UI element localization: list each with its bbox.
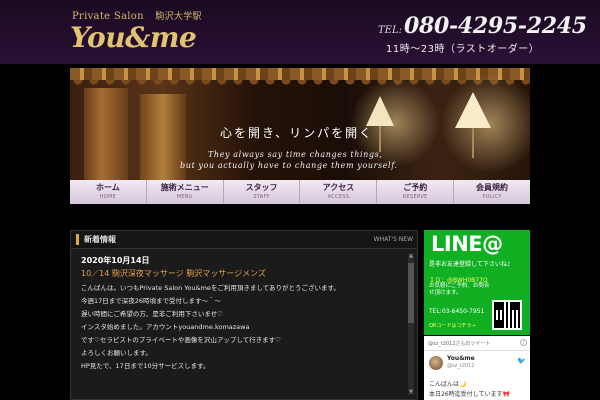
qr-code-icon	[492, 300, 522, 330]
nav-sublabel: ACCESS	[327, 194, 350, 200]
nav-sublabel: STAFF	[253, 194, 270, 200]
news-body: 2020年10月14日 10／14 駒沢深夜マッサージ 駒沢マッサージメンズ こ…	[81, 255, 399, 370]
scroll-down-icon[interactable]: ▼	[408, 389, 414, 395]
business-hours: 11時～23時（ラストオーダー）	[386, 44, 540, 55]
nav-sublabel: MENU	[176, 194, 193, 200]
news-more-link[interactable]: WHAT'S NEW	[374, 236, 413, 243]
nav-policy[interactable]: 会員規約 POLICY	[454, 180, 530, 204]
brand-logo[interactable]: You&me	[70, 21, 197, 54]
info-icon[interactable]: i	[520, 339, 527, 346]
news-scrollbar[interactable]: ▲ ▼	[408, 253, 414, 395]
tweet-author-handle[interactable]: @sz_t2012	[447, 363, 474, 369]
tweet-author-name[interactable]: You&me	[447, 355, 475, 362]
scrollbar-thumb[interactable]	[408, 263, 414, 323]
nav-label: アクセス	[322, 183, 355, 192]
news-header: 新着情報 WHAT'S NEW	[71, 231, 417, 249]
twitter-bird-icon[interactable]: 🐦	[517, 357, 526, 365]
twitter-handle-link[interactable]: @sz_t2012さんのツイート	[428, 340, 490, 347]
news-panel: 新着情報 WHAT'S NEW 2020年10月14日 10／14 駒沢深夜マッ…	[70, 230, 418, 400]
avatar[interactable]	[429, 356, 443, 370]
phone-number[interactable]: TEL:080-4295-2245	[378, 13, 587, 39]
news-line-emoticon: ～＾～	[201, 297, 222, 305]
nav-menu[interactable]: 施術メニュー MENU	[147, 180, 224, 204]
hero-quote-line1: They always say time changes things,	[208, 150, 383, 159]
nav-label: ご予約	[403, 183, 428, 192]
main-nav: ホーム HOME 施術メニュー MENU スタッフ STAFF アクセス ACC…	[70, 180, 530, 204]
news-title: 新着情報	[84, 235, 116, 244]
lamp-right	[455, 92, 491, 158]
line-qr-note: QRコードはコチラ→	[429, 323, 476, 329]
nav-staff[interactable]: スタッフ STAFF	[224, 180, 301, 204]
nav-sublabel: HOME	[99, 194, 117, 200]
nav-sublabel: POLICY	[482, 194, 502, 200]
tel-number[interactable]: 080-4295-2245	[404, 13, 587, 39]
news-line-text: 今週17日まで深夜26時頃まで受付します	[81, 297, 202, 305]
twitter-widget: @sz_t2012さんのツイート i You&me @sz_t2012 🐦 こん…	[424, 336, 530, 400]
pillar-decor	[84, 88, 128, 180]
tweet-text: こんばんは🌙	[429, 381, 467, 388]
hero-banner: 心を開き、リンパを開く They always say time changes…	[70, 68, 530, 180]
line-description: お気軽にご予約、お問合せ頂けます。	[429, 283, 490, 296]
nav-label: 会員規約	[476, 183, 509, 192]
line-subtitle: 是非お友達登録して下さいね♪	[429, 261, 511, 268]
hero-quote-line2: but you actually have to change them you…	[180, 161, 398, 170]
tweet-text: 本日26時迄受付しています🎀	[429, 391, 510, 398]
tel-label: TEL:	[378, 25, 402, 36]
news-line: よろしくお願いします。	[81, 349, 152, 357]
site-header: Private Salon 駒沢大学駅 You&me TEL:080-4295-…	[0, 0, 600, 64]
news-line: こんばんは。いつもPrivate Salon You&meをご利用頂きましてあり…	[81, 284, 340, 292]
curtain-valance	[70, 68, 530, 85]
nav-reserve[interactable]: ご予約 RESERVE	[377, 180, 455, 204]
twitter-header: @sz_t2012さんのツイート i	[424, 336, 530, 351]
news-headline[interactable]: 10／14 駒沢深夜マッサージ 駒沢マッサージメンズ	[81, 268, 399, 279]
scroll-up-icon[interactable]: ▲	[408, 253, 414, 259]
news-line: HP見たで、17日まで10分サービスします。	[81, 362, 210, 370]
hero-tagline: 心を開き、リンパを開く	[220, 126, 374, 140]
line-tel: TEL:03-6450-7951	[429, 308, 485, 315]
line-at-banner[interactable]: LINE@ 是非お友達登録して下さいね♪ ＩＤ：@BWH0B77Q お気軽にご予…	[424, 230, 530, 335]
news-line: インスタ始めました。アカウントyouandme.komazawa	[81, 323, 250, 331]
nav-sublabel: RESERVE	[402, 194, 428, 200]
nav-label: ホーム	[96, 183, 120, 192]
nav-label: スタッフ	[245, 183, 278, 192]
nav-label: 施術メニュー	[160, 183, 209, 192]
news-line: 今週17日まで深夜26時頃まで受付します～＾～	[81, 298, 399, 305]
news-accent-bar	[76, 234, 79, 245]
news-line: 遅い時間にご希望の方、是非ご利用下さいませ♡	[81, 310, 224, 318]
news-date: 2020年10月14日	[81, 256, 150, 265]
news-line: です♡セラピストのプライベートや画像を沢山アップして行きます♡	[81, 336, 281, 344]
line-logo: LINE@	[431, 232, 503, 256]
nav-home[interactable]: ホーム HOME	[70, 180, 147, 204]
nav-access[interactable]: アクセス ACCESS	[300, 180, 378, 204]
